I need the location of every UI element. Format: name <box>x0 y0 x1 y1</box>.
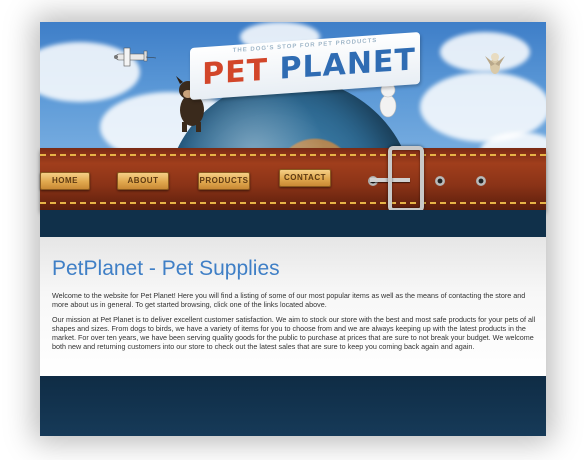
main-content: PetPlanet - Pet Supplies Welcome to the … <box>40 237 546 376</box>
bird-illustration <box>485 53 505 74</box>
buckle-icon <box>388 146 424 212</box>
mission-paragraph: Our mission at Pet Planet is to deliver … <box>52 315 536 351</box>
intro-paragraph: Welcome to the website for Pet Planet! H… <box>52 291 526 309</box>
collar-stitching <box>40 202 546 204</box>
nav-home-button[interactable]: HOME <box>40 172 90 190</box>
collar-hole-icon <box>476 176 486 186</box>
collar-stitching <box>40 154 546 156</box>
collar-nav-bar: HOME ABOUT PRODUCTS CONTACT <box>40 146 546 212</box>
nav-contact-button[interactable]: CONTACT <box>279 169 331 187</box>
nav-products-button[interactable]: PRODUCTS <box>198 172 250 190</box>
biplane-icon <box>114 47 156 67</box>
site-footer <box>40 376 546 436</box>
nav-about-button[interactable]: ABOUT <box>117 172 169 190</box>
logo-word-pet: PET <box>202 52 269 93</box>
collar-hole-icon <box>435 176 445 186</box>
page-title: PetPlanet - Pet Supplies <box>52 257 280 280</box>
header-bottom-strip <box>40 210 546 237</box>
